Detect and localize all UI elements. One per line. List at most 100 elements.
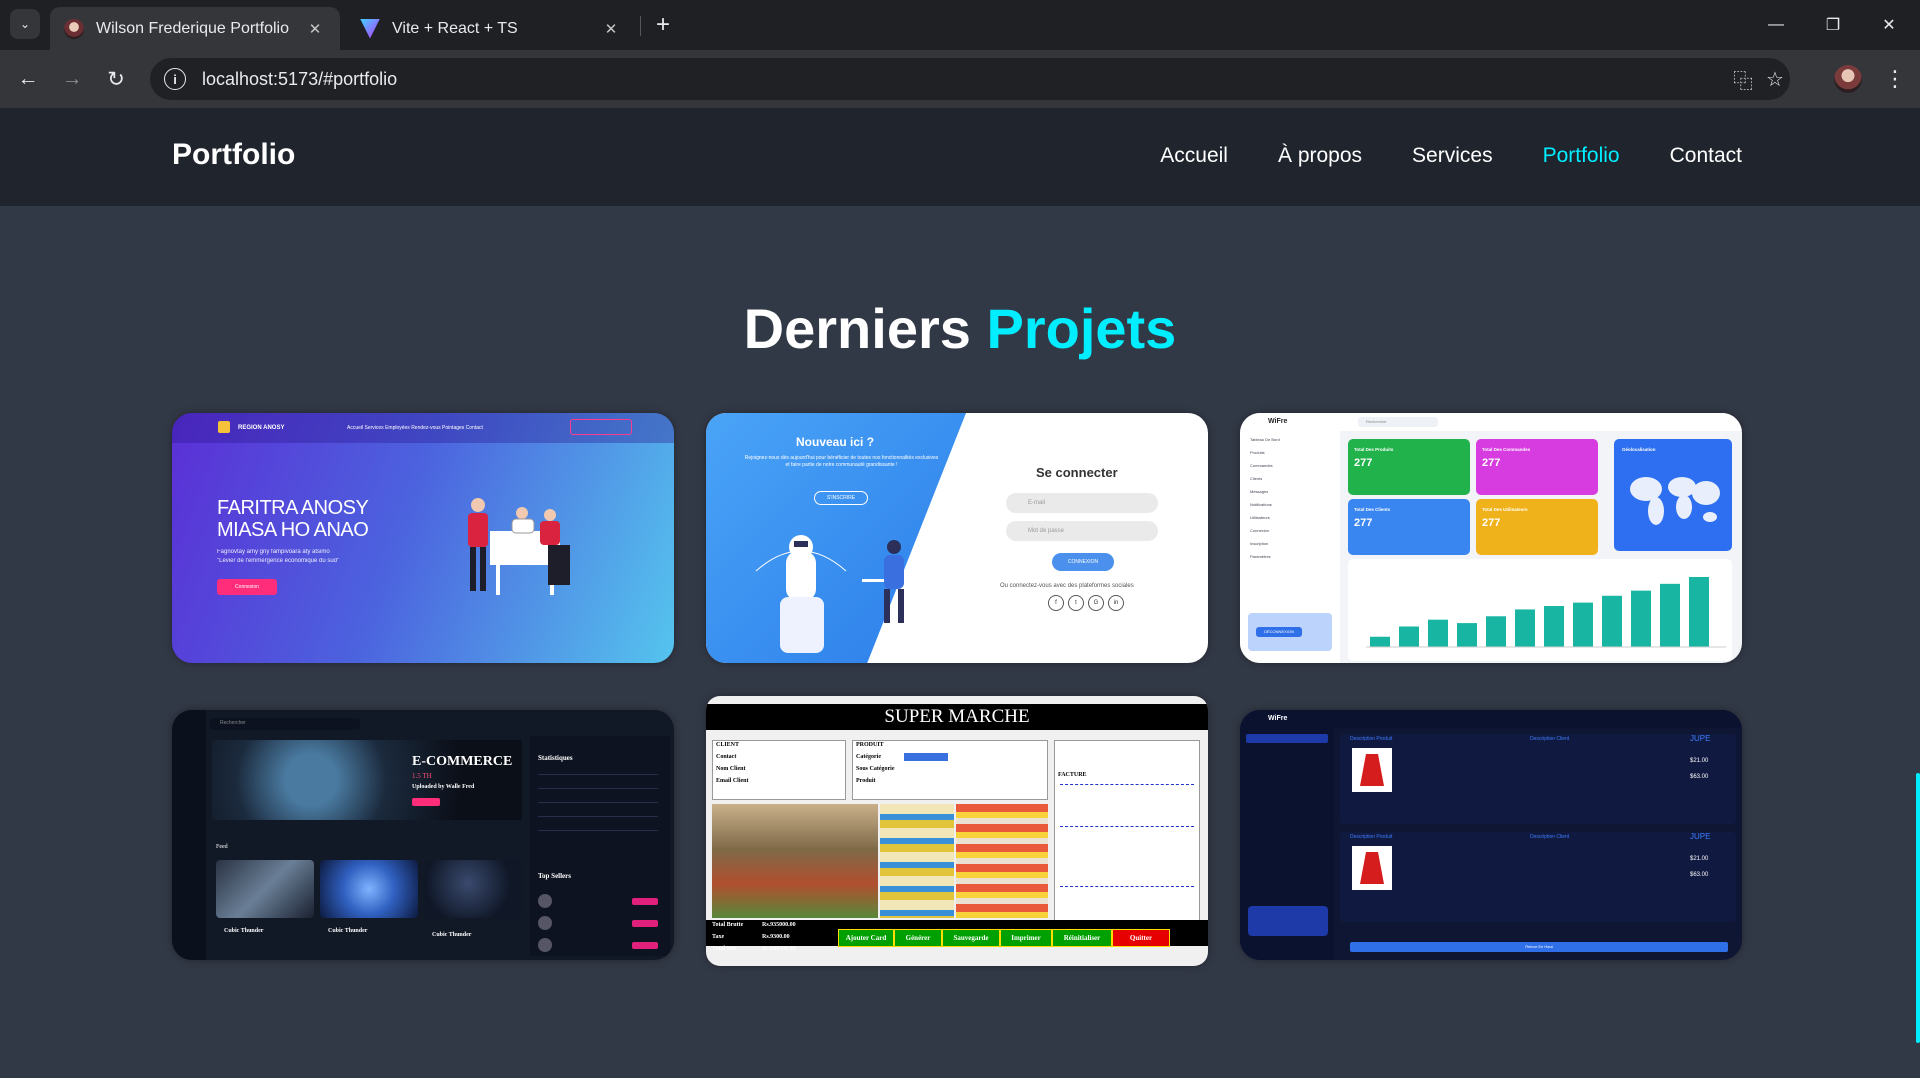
- mini-button-label: Générer: [905, 934, 931, 942]
- stat-value: 277: [1354, 517, 1373, 529]
- astronaut-illustration: [755, 535, 904, 653]
- project-card-wifre-products[interactable]: WiFre Description Produit Description Cl…: [1240, 710, 1742, 960]
- mini-button: Générer: [894, 929, 942, 947]
- market-photo: [712, 804, 878, 918]
- chart-bar: [1660, 583, 1680, 647]
- mini-sidebar-item: Commandes: [1250, 463, 1273, 468]
- product-name: JUPE: [1690, 734, 1711, 743]
- twitter-icon-glyph: t: [1075, 600, 1077, 606]
- page-scrollbar[interactable]: [1912, 108, 1920, 1078]
- mini-headline-2: MIASA HO ANAO: [217, 519, 369, 541]
- project-card-login[interactable]: Nouveau ici ? Rejoignez-nous dès aujourd…: [706, 413, 1208, 663]
- product-heading: Description Produit: [1350, 736, 1393, 742]
- client-field-label: Contact: [716, 754, 737, 760]
- product-price: $21.00: [1690, 856, 1709, 862]
- office-people-illustration: [468, 498, 570, 595]
- url-text: localhost:5173/#portfolio: [202, 68, 398, 89]
- twitter-icon: t: [1068, 595, 1084, 611]
- stat-row: [538, 830, 658, 831]
- red-skirt-image: [1352, 748, 1392, 792]
- client-label: CLIENT: [716, 742, 740, 748]
- mini-button-label: Imprimer: [1011, 934, 1041, 942]
- tab-title: Vite + React + TS: [392, 19, 518, 37]
- mini-ecommerce-uploader: Uploaded by Walle Fred: [412, 784, 475, 790]
- project-screenshot: Rechercher E-COMMERCE 1.5 TH Uploaded by…: [172, 710, 674, 960]
- translate-icon[interactable]: ⿻: [1726, 58, 1760, 100]
- mini-sidebar-item: Paramètres: [1250, 554, 1271, 559]
- close-tab-icon[interactable]: ✕: [600, 18, 622, 40]
- project-card-ecommerce[interactable]: Rechercher E-COMMERCE 1.5 TH Uploaded by…: [172, 710, 674, 960]
- close-window-icon[interactable]: ✕: [1866, 0, 1912, 50]
- mini-sub-2: "Levier de l'emmergence économique du su…: [217, 558, 340, 564]
- facebook-icon: f: [1048, 595, 1064, 611]
- linkedin-icon-glyph: in: [1113, 600, 1119, 606]
- stat-card-products: Total Des Produits 277: [1348, 439, 1470, 495]
- profile-avatar-icon[interactable]: [1834, 65, 1862, 93]
- minimize-icon[interactable]: ―: [1753, 0, 1799, 50]
- mini-sidebar-item: Messages: [1250, 489, 1269, 494]
- mini-email-placeholder: E-mail: [1028, 500, 1046, 506]
- mini-sidebar-item: Produits: [1250, 450, 1265, 455]
- mini-button-label: Quitter: [1129, 934, 1153, 942]
- feed-tile: [320, 860, 418, 918]
- nav-a-propos[interactable]: À propos: [1278, 144, 1362, 168]
- mini-connexion-button: Connexion: [217, 579, 277, 595]
- close-tab-icon[interactable]: ✕: [304, 18, 326, 40]
- site-info-icon[interactable]: i: [164, 68, 186, 90]
- mini-search: Rechercher: [220, 720, 246, 726]
- section-title: Derniers Projets: [0, 296, 1920, 361]
- world-map-icon: [1630, 477, 1720, 525]
- produit-label: PRODUIT: [856, 742, 884, 748]
- stat-card-users: Total Des Utilisateurs 277: [1476, 499, 1598, 555]
- geo-label: Géolocalisation: [1622, 447, 1656, 452]
- facture-label: FACTURE: [1058, 772, 1087, 778]
- mini-sidebar-item: Notifications: [1250, 502, 1272, 507]
- scrollbar-thumb[interactable]: [1916, 773, 1920, 1043]
- mini-brand: REGION ANOSY: [238, 425, 285, 431]
- browser-tab-bar: ⌄ Wilson Frederique Portfolio ✕ Vite + R…: [0, 0, 1920, 50]
- project-card-wifre-dashboard[interactable]: WiFre Rechercher Tableau De Bord Produits…: [1240, 413, 1742, 663]
- nav-accueil[interactable]: Accueil: [1160, 144, 1228, 168]
- mini-brand: WiFre: [1268, 418, 1288, 425]
- linkedin-icon: in: [1108, 595, 1124, 611]
- mini-connexion-label: CONNEXION: [1067, 559, 1099, 565]
- reload-icon[interactable]: ↻: [98, 61, 134, 97]
- mini-brand: WiFre: [1268, 715, 1288, 722]
- new-tab-plus-icon[interactable]: +: [648, 10, 678, 40]
- address-bar[interactable]: i localhost:5173/#portfolio ⿻ ☆: [150, 58, 1790, 100]
- tab-portfolio[interactable]: Wilson Frederique Portfolio ✕: [50, 7, 340, 50]
- geolocation-card: Géolocalisation: [1614, 439, 1732, 551]
- project-card-super-marche[interactable]: SUPER MARCHE CLIENT Contact Nom Client E…: [706, 696, 1208, 966]
- client-heading: Description Client: [1530, 736, 1570, 742]
- mini-button: Sauvegarde: [942, 929, 1000, 947]
- section-title-accent: Projets: [986, 297, 1177, 360]
- seller-avatar: [538, 916, 552, 930]
- selected-category: [904, 753, 948, 761]
- region-logo-icon: [218, 421, 230, 433]
- nav-contact[interactable]: Contact: [1670, 144, 1742, 168]
- market-photo: [880, 804, 954, 918]
- mini-menu: Accueil Services Employées Rendez-vous P…: [347, 425, 483, 431]
- restore-icon[interactable]: ❐: [1810, 0, 1856, 50]
- forward-arrow-icon[interactable]: →: [54, 61, 90, 97]
- tile-name: Cubic Thunder: [432, 932, 472, 938]
- mini-logout-box: [1248, 906, 1328, 936]
- back-arrow-icon[interactable]: ←: [10, 61, 46, 97]
- mini-topbar: [1334, 710, 1742, 728]
- bar-chart-svg: [1366, 577, 1726, 648]
- nav-portfolio[interactable]: Portfolio: [1543, 144, 1620, 168]
- tab-search-button[interactable]: ⌄: [10, 9, 40, 39]
- produit-field-label: Sous Catégorie: [856, 766, 895, 772]
- site-logo[interactable]: Portfolio: [172, 138, 295, 172]
- mini-button-label: Sauvegarde: [953, 934, 989, 942]
- produit-field-label: Produit: [856, 778, 876, 784]
- nav-services[interactable]: Services: [1412, 144, 1493, 168]
- browser-menu-icon[interactable]: ⋮: [1880, 61, 1910, 97]
- mini-sellers-title: Top Sellers: [538, 872, 571, 880]
- chart-bar: [1486, 616, 1506, 647]
- browser-toolbar: ← → ↻ i localhost:5173/#portfolio ⿻ ☆ ⋮: [0, 50, 1920, 108]
- bookmark-star-icon[interactable]: ☆: [1758, 58, 1792, 100]
- mini-signup-button: S'INSCRIRE: [814, 491, 868, 505]
- tab-vite[interactable]: Vite + React + TS ✕: [346, 7, 636, 50]
- project-card-region-anosy[interactable]: REGION ANOSY Accueil Services Employées …: [172, 413, 674, 663]
